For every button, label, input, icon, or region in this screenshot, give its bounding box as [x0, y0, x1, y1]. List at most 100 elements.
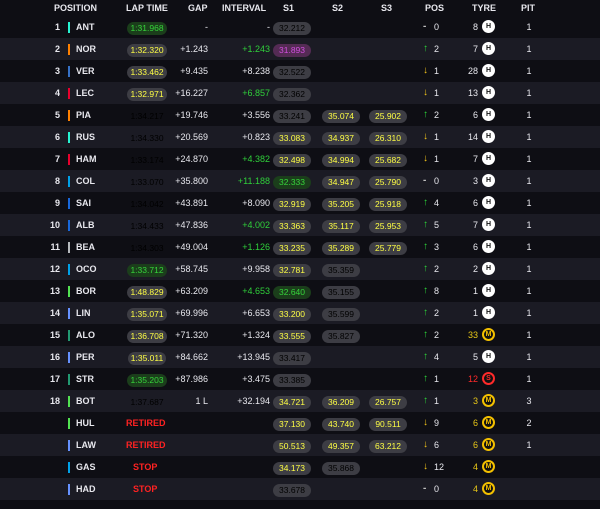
driver-code[interactable]: SAI [76, 192, 91, 214]
tyre-laps: 6 [472, 110, 478, 120]
driver-code[interactable]: HAD [76, 478, 96, 500]
pit-stops: 1 [526, 198, 532, 208]
header-s2[interactable]: S2 [332, 3, 343, 13]
pit-stops: 1 [526, 22, 532, 32]
header-s1[interactable]: S1 [283, 3, 294, 13]
retired-status: RETIRED [126, 440, 166, 450]
s1-time: 32.640 [273, 286, 311, 299]
tyre-compound-icon: M [482, 482, 495, 495]
header-s3[interactable]: S3 [381, 3, 392, 13]
driver-row[interactable]: LAW RETIRED 50.513 49.357 63.212 ↓ 6 6 M 1 [0, 434, 600, 456]
s1-time: 32.919 [273, 198, 311, 211]
position-change-value: 9 [434, 418, 440, 428]
driver-row[interactable]: 9 SAI 1:34.042 +43.891 +8.090 32.919 35.205 25.… [0, 192, 600, 214]
header-tyre[interactable]: TYRE [472, 3, 496, 13]
driver-row[interactable]: 10 ALB 1:34.433 +47.836 +4.002 33.363 35.117 25… [0, 214, 600, 236]
interval-value: +4.382 [242, 154, 270, 164]
driver-code[interactable]: ANT [76, 16, 95, 38]
driver-code[interactable]: ALB [76, 214, 95, 236]
s1-time-cell: 32.333 [272, 170, 312, 192]
driver-row[interactable]: 6 RUS 1:34.330 +20.569 +0.823 33.083 34.937 26.… [0, 126, 600, 148]
interval-value: +3.475 [242, 374, 270, 384]
s1-time-cell: 33.363 [272, 214, 312, 236]
header-interval[interactable]: INTERVAL [222, 3, 266, 13]
driver-code[interactable]: PER [76, 346, 95, 368]
s1-time-cell: 33.241 [272, 104, 312, 126]
position-number: 10 [49, 220, 60, 230]
driver-row[interactable]: 11 BEA 1:34.303 +49.004 +1.126 33.235 35.289 25… [0, 236, 600, 258]
header-pos-change[interactable]: POS [425, 3, 444, 13]
driver-row[interactable]: 12 OCO 1:33.712 +58.745 +9.958 32.781 35.359 ↑ 2… [0, 258, 600, 280]
driver-code[interactable]: VER [76, 60, 95, 82]
tyre-laps: 1 [472, 286, 478, 296]
driver-code[interactable]: OCO [76, 258, 97, 280]
driver-row[interactable]: 3 VER 1:33.462 +9.435 +8.238 32.522 ↓ 1 28 H 1 [0, 60, 600, 82]
header-lap-time[interactable]: LAP TIME [126, 3, 168, 13]
driver-row[interactable]: GAS STOP 34.173 35.868 ↓ 12 4 M [0, 456, 600, 478]
team-color-bar [68, 330, 70, 341]
tyre-laps: 6 [472, 242, 478, 252]
driver-row[interactable]: 8 COL 1:33.070 +35.800 +11.188 32.333 34.947 25… [0, 170, 600, 192]
driver-code[interactable]: BOT [76, 390, 95, 412]
driver-row[interactable]: 7 HAM 1:33.174 +24.870 +4.382 32.498 34.994 25.… [0, 148, 600, 170]
driver-row[interactable]: 13 BOR 1:48.829 +63.209 +4.653 32.640 35.155 ↑ 8… [0, 280, 600, 302]
driver-row[interactable]: 2 NOR 1:32.320 +1.243 +1.243 31.893 ↑ 2 7 H 1 [0, 38, 600, 60]
s1-time: 33.200 [273, 308, 311, 321]
position-change-value: 2 [434, 330, 440, 340]
tyre-laps: 3 [472, 176, 478, 186]
driver-code[interactable]: HAM [76, 148, 97, 170]
driver-row[interactable]: 17 STR 1:35.203 +87.986 +3.475 33.385 ↑ 1 12 S 1 [0, 368, 600, 390]
driver-row[interactable]: 14 LIN 1:35.071 +69.996 +6.653 33.200 35.599 ↑ 2… [0, 302, 600, 324]
driver-code[interactable]: NOR [76, 38, 96, 60]
team-color-bar [68, 66, 70, 77]
team-color-bar [68, 110, 70, 121]
driver-code[interactable]: BEA [76, 236, 95, 258]
driver-code[interactable]: STR [76, 368, 94, 390]
driver-code[interactable]: COL [76, 170, 95, 192]
position-change-value: 1 [434, 374, 440, 384]
header-pit[interactable]: PIT [521, 3, 535, 13]
tyre-compound-icon: H [482, 218, 495, 231]
driver-row[interactable]: 1 ANT 1:31.968- -32.212-0 8 H 1 [0, 16, 600, 38]
driver-row[interactable]: HUL RETIRED 37.130 43.740 90.511 ↓ 9 6 M 2 [0, 412, 600, 434]
header-position[interactable]: POSITION [54, 3, 97, 13]
interval-value: +8.090 [242, 198, 270, 208]
s1-time-cell: 32.781 [272, 258, 312, 280]
s2-time-cell [321, 346, 361, 368]
driver-code[interactable]: RUS [76, 126, 95, 148]
position-number [40, 478, 60, 500]
driver-row[interactable]: HAD STOP 33.678 -0 4 M [0, 478, 600, 500]
driver-row[interactable]: 16 PER 1:35.011 +84.662 +13.945 33.417 ↑ 4 5 H 1 [0, 346, 600, 368]
driver-code[interactable]: BOR [76, 280, 96, 302]
s3-time-cell: 25.918 [368, 192, 408, 214]
driver-code[interactable]: GAS [76, 456, 96, 478]
position-number: 5 [54, 110, 60, 120]
retired-status: RETIRED [126, 418, 166, 428]
tyre-laps: 4 [472, 484, 478, 494]
driver-code[interactable]: LAW [76, 434, 96, 456]
s1-time: 34.721 [273, 396, 311, 409]
interval-value: +4.653 [242, 286, 270, 296]
header-gap[interactable]: GAP [188, 3, 208, 13]
driver-code[interactable]: LIN [76, 302, 91, 324]
gap-value: +16.227 [175, 88, 208, 98]
position-change-arrow-icon: ↓ [423, 461, 428, 472]
driver-code[interactable]: PIA [76, 104, 91, 126]
driver-code[interactable]: LEC [76, 82, 94, 104]
position-change-arrow-icon: ↑ [423, 395, 428, 406]
driver-row[interactable]: 4 LEC 1:32.971 +16.227 +6.857 32.362 ↓ 1 13 H 1 [0, 82, 600, 104]
s1-time-cell: 32.522 [272, 60, 312, 82]
s2-time-cell: 35.155 [321, 280, 361, 302]
tyre-compound-icon: H [482, 284, 495, 297]
driver-row[interactable]: 15 ALO 1:36.708 +71.320 +1.324 33.555 35.827 ↑ 2… [0, 324, 600, 346]
position-number: 15 [49, 330, 60, 340]
driver-code[interactable]: ALO [76, 324, 95, 346]
position-change-value: 1 [434, 66, 440, 76]
pit-stops: 1 [526, 132, 532, 142]
driver-row[interactable]: 5 PIA 1:34.217 +19.746 +3.556 33.241 35.074 25.… [0, 104, 600, 126]
s2-time: 35.155 [322, 286, 360, 299]
s3-time: 26.310 [369, 132, 407, 145]
driver-code[interactable]: HUL [76, 412, 95, 434]
s3-time-cell: 25.953 [368, 214, 408, 236]
driver-row[interactable]: 18 BOT 1:37.687 1 L +32.194 34.721 36.209 26.75… [0, 390, 600, 412]
